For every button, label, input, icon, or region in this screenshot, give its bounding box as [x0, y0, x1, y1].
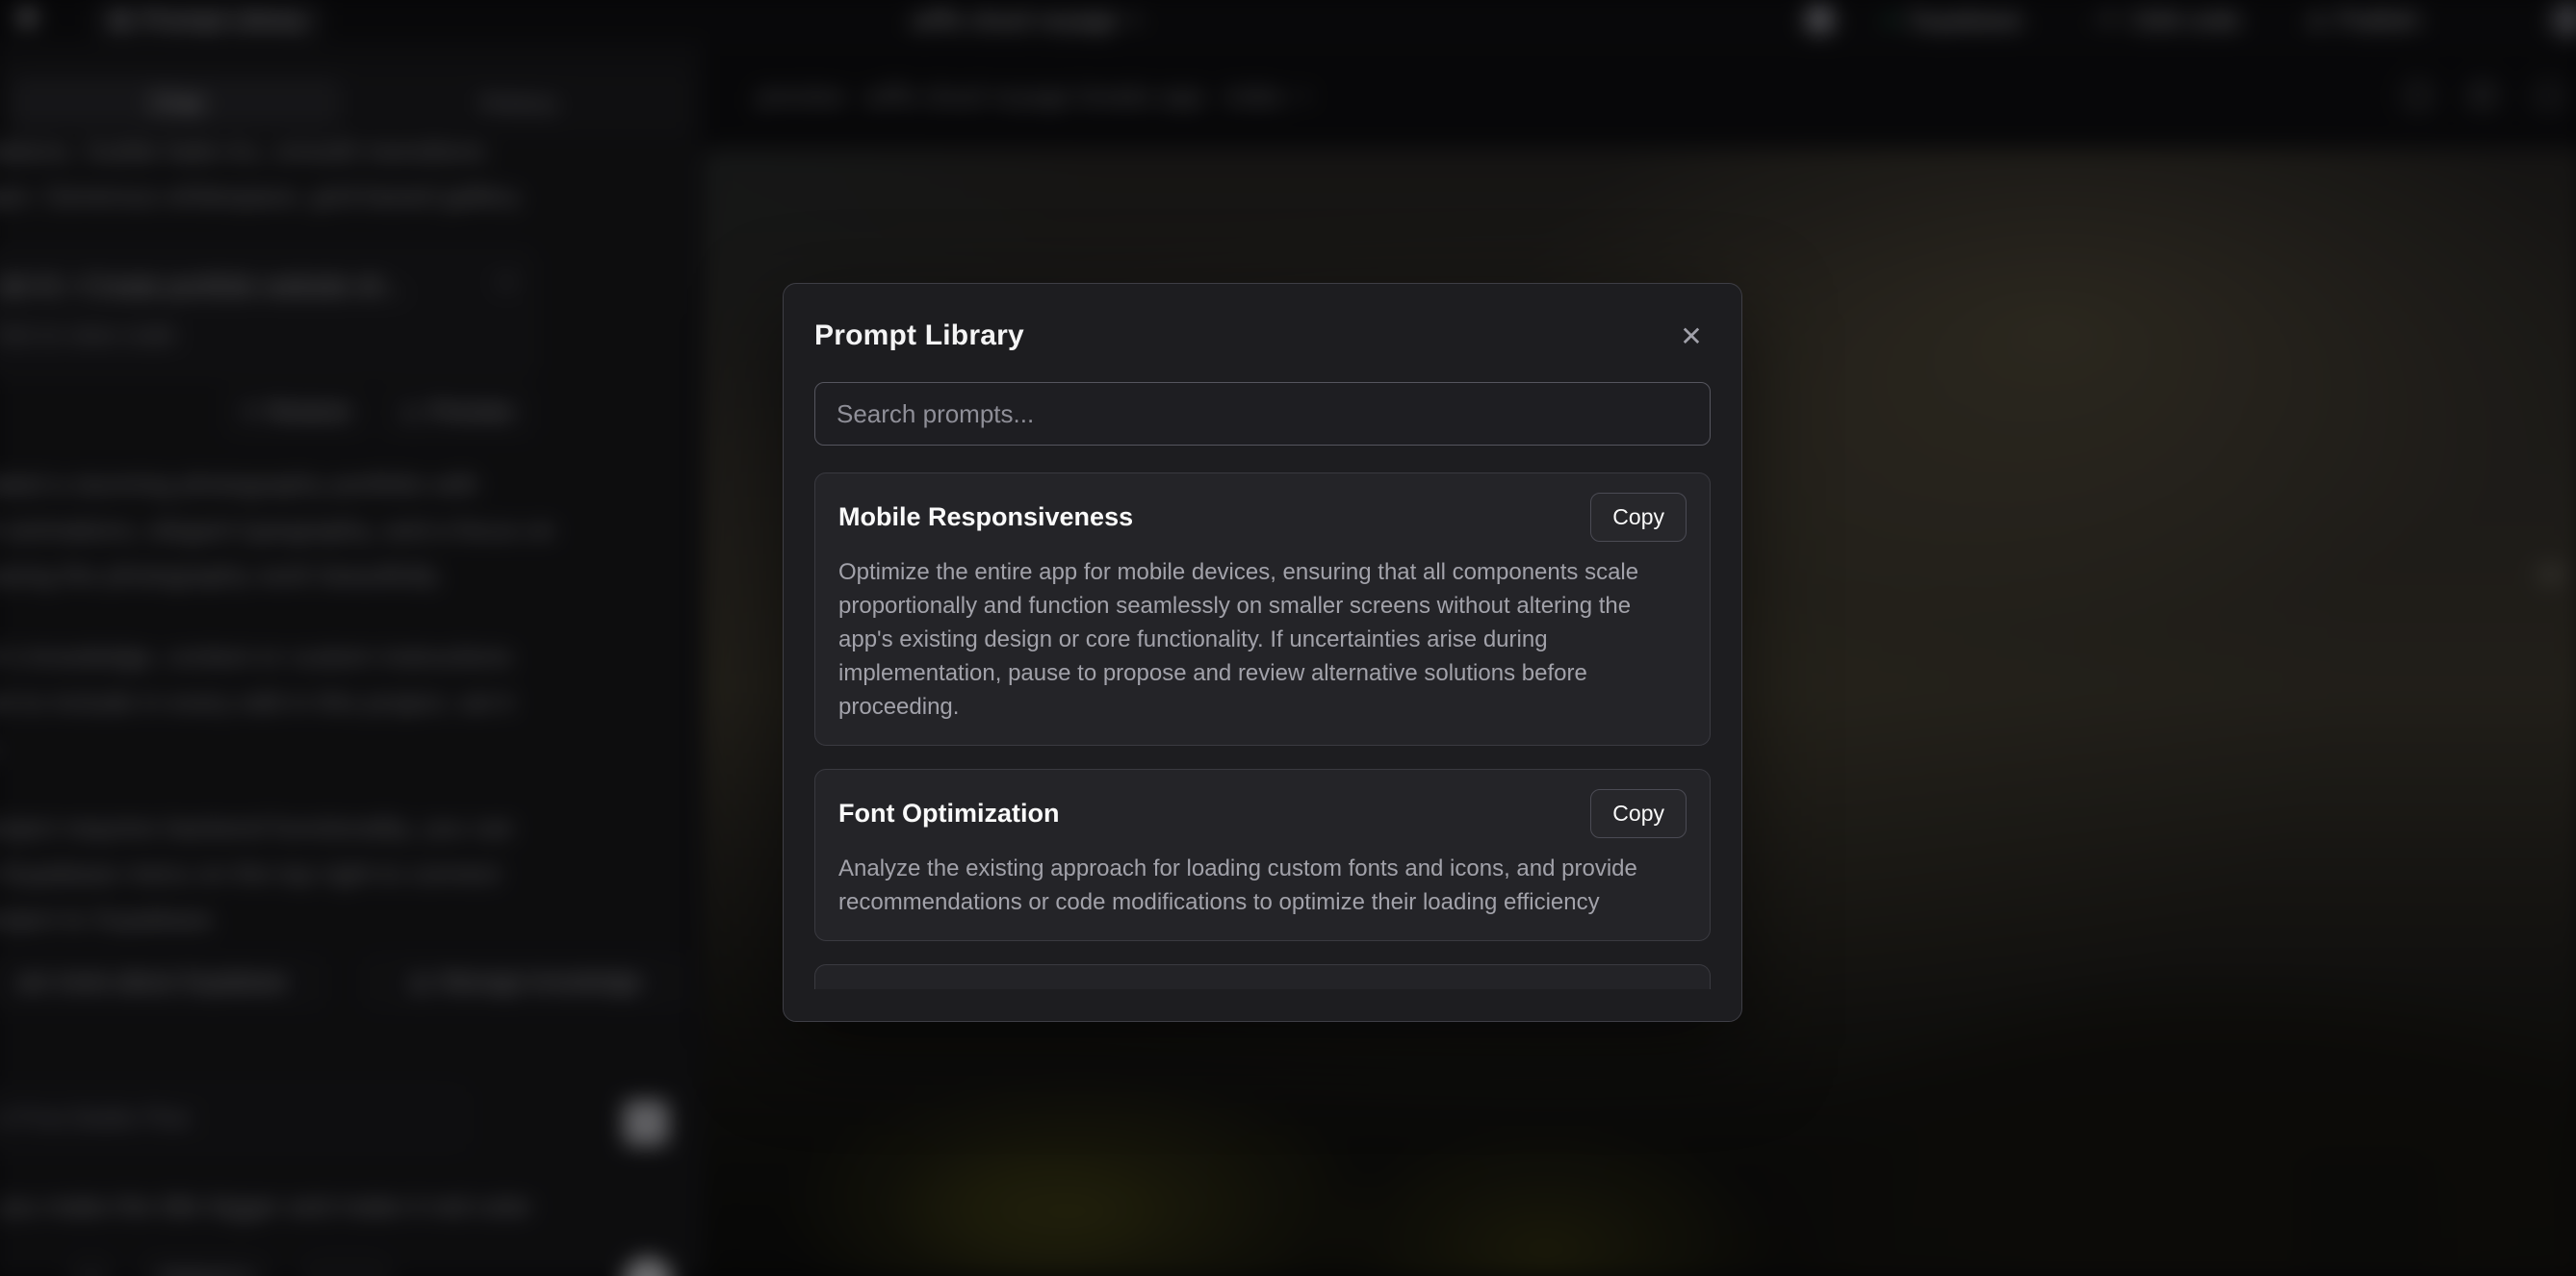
copy-button[interactable]: Copy: [1590, 789, 1687, 838]
app-screen: ♥ ▦ Prompt Library arffo cloud voyage ▾ …: [0, 0, 2576, 1276]
prompt-card-header: Mobile Responsiveness Copy: [838, 493, 1687, 542]
prompt-body: Optimize the entire app for mobile devic…: [838, 555, 1687, 724]
close-icon[interactable]: ✕: [1672, 317, 1711, 355]
prompt-title: Font Optimization: [838, 799, 1059, 829]
prompt-card: Font Optimization Copy Analyze the exist…: [814, 769, 1711, 941]
search-input[interactable]: [814, 382, 1711, 446]
modal-header: Prompt Library ✕: [814, 315, 1711, 357]
prompt-card-peek: [814, 964, 1711, 989]
prompt-body: Analyze the existing approach for loadin…: [838, 852, 1687, 919]
modal-title: Prompt Library: [814, 319, 1024, 352]
prompt-card-header: Font Optimization Copy: [838, 789, 1687, 838]
prompt-title: Mobile Responsiveness: [838, 502, 1133, 532]
prompt-library-modal: Prompt Library ✕ Mobile Responsiveness C…: [783, 283, 1742, 1022]
prompt-list: Mobile Responsiveness Copy Optimize the …: [814, 472, 1711, 989]
copy-button[interactable]: Copy: [1590, 493, 1687, 542]
prompt-card: Mobile Responsiveness Copy Optimize the …: [814, 472, 1711, 746]
